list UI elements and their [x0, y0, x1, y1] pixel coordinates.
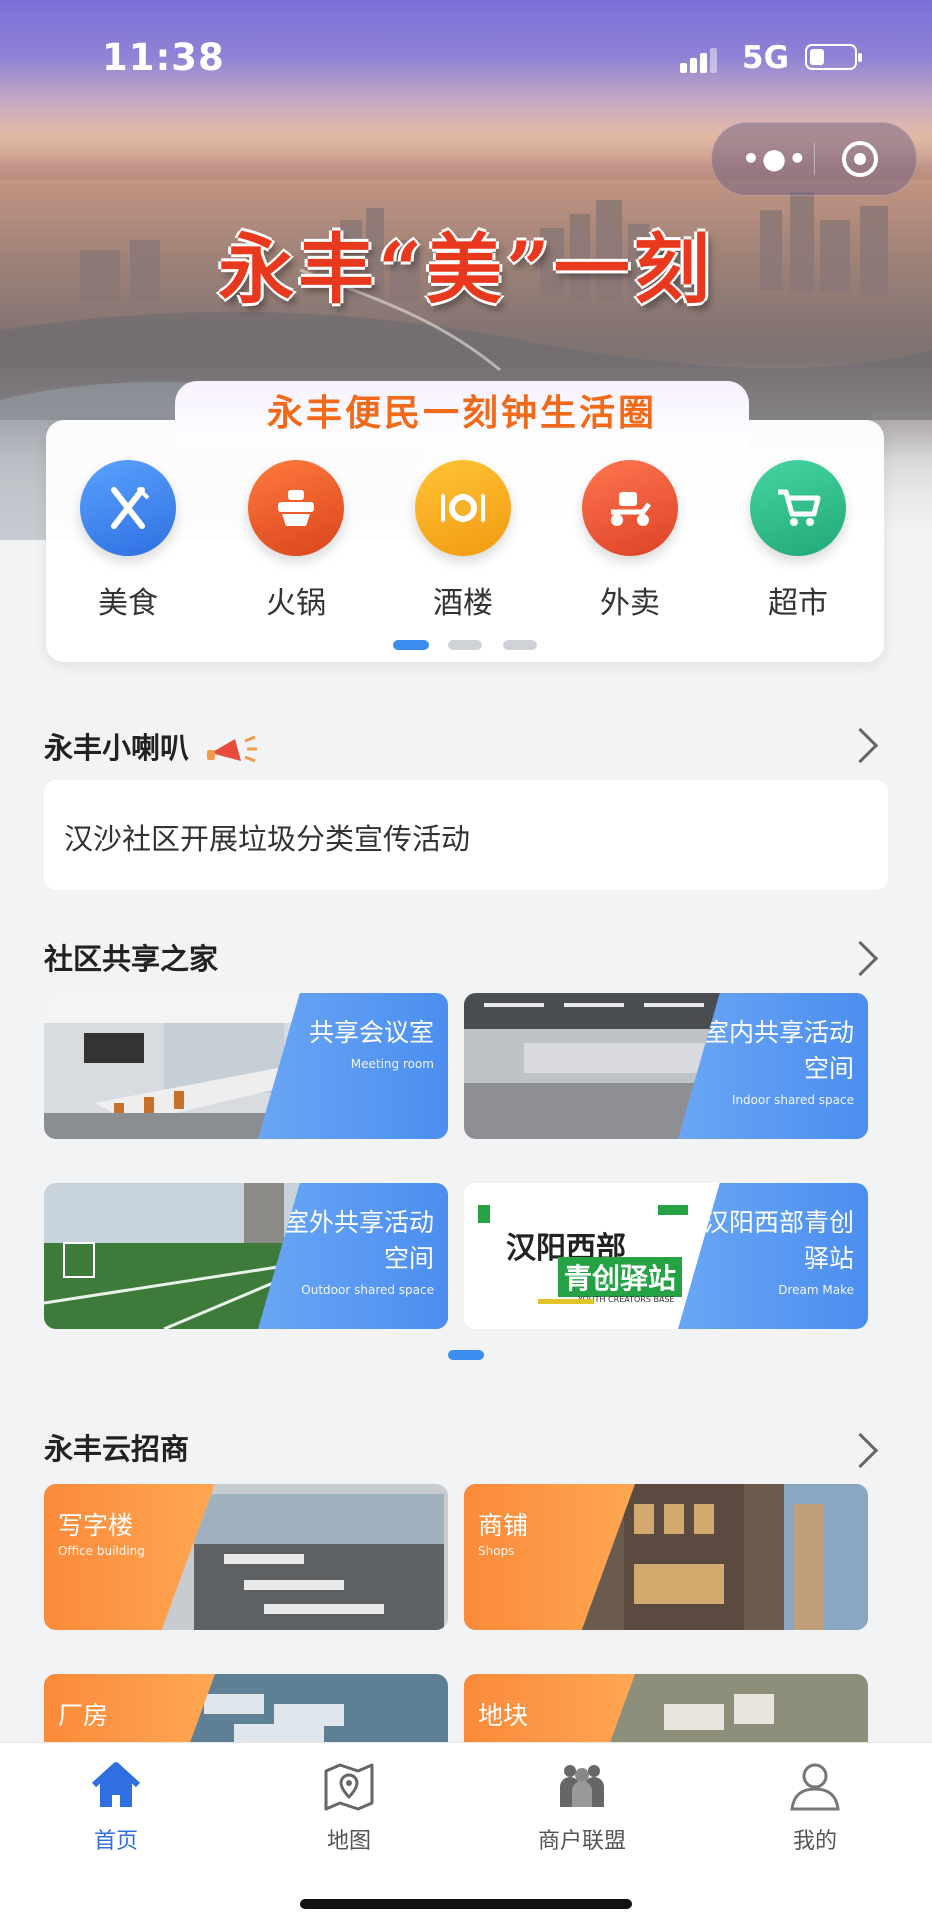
tile-subtitle: Shops — [478, 1544, 515, 1558]
miniprogram-capsule: •●• — [711, 122, 917, 196]
category-takeout[interactable]: 外卖 — [570, 460, 690, 622]
tile-subtitle: Dream Make — [778, 1283, 854, 1297]
announcements-title: 永丰小喇叭 — [44, 725, 259, 767]
tab-label: 商户联盟 — [537, 1829, 626, 1854]
shared-home-more-chevron-icon[interactable] — [842, 940, 879, 977]
tile-title: 写字楼 — [58, 1511, 134, 1540]
delivery-scooter-icon — [582, 460, 678, 556]
hero-title: 永丰“美”一刻 — [218, 225, 714, 314]
category-heading: 永丰便民一刻钟生活圈 — [175, 381, 749, 447]
tile-subtitle: Indoor shared space — [731, 1093, 854, 1107]
tab-profile[interactable]: 我的 — [735, 1761, 895, 1855]
tab-label: 我的 — [792, 1829, 837, 1854]
tile-title: 厂房 — [58, 1701, 109, 1730]
close-target-icon[interactable] — [840, 139, 880, 179]
category-label: 超市 — [768, 586, 828, 621]
announcement-item: 汉沙社区开展垃圾分类宣传活动 — [64, 822, 471, 856]
profile-icon — [790, 1763, 840, 1811]
tile-title: 汉阳西部青创驿站 — [704, 1208, 855, 1273]
tile-office-building[interactable]: 写字楼 Office building — [44, 1484, 448, 1630]
announcements-more-chevron-icon[interactable] — [842, 727, 879, 764]
battery-icon — [805, 44, 862, 70]
tile-title: 室内共享活动空间 — [704, 1018, 855, 1083]
tile-title: 共享会议室 — [308, 1018, 434, 1047]
hotpot-icon — [248, 460, 344, 556]
status-bar: 11:38 5G — [0, 0, 932, 120]
merchant-alliance-icon — [560, 1765, 604, 1807]
category-food[interactable]: 美食 — [68, 460, 188, 622]
tile-subtitle: Outdoor shared space — [301, 1283, 434, 1297]
tile-meeting-room[interactable]: 共享会议室 Meeting room — [44, 993, 448, 1139]
category-hotpot[interactable]: 火锅 — [236, 460, 356, 622]
home-indicator[interactable] — [300, 1899, 632, 1909]
tab-label: 地图 — [326, 1829, 371, 1854]
tab-merchant-alliance[interactable]: 商户联盟 — [502, 1761, 662, 1855]
tile-subtitle: Meeting room — [350, 1057, 434, 1071]
tile-shops[interactable]: 商铺 Shops — [464, 1484, 868, 1630]
tile-subtitle: Office building — [58, 1544, 145, 1558]
shopping-cart-icon — [750, 460, 846, 556]
tile-title: 地块 — [478, 1701, 529, 1730]
signal-strength-icon — [680, 48, 720, 73]
category-label: 外卖 — [600, 586, 660, 621]
announcement-card[interactable]: 汉沙社区开展垃圾分类宣传活动 — [44, 780, 888, 890]
category-label: 美食 — [98, 586, 158, 621]
category-supermarket[interactable]: 超市 — [738, 460, 858, 622]
status-time: 11:38 — [102, 36, 225, 79]
pager-dot-active — [393, 640, 429, 650]
category-label: 火锅 — [266, 586, 326, 621]
shared-home-title: 社区共享之家 — [44, 942, 219, 976]
category-label: 酒楼 — [433, 586, 493, 621]
tile-title: 室外共享活动空间 — [284, 1208, 435, 1273]
shared-home-pager-dot — [448, 1350, 484, 1360]
investment-more-chevron-icon[interactable] — [842, 1432, 879, 1469]
network-type: 5G — [742, 40, 790, 76]
map-icon — [324, 1763, 374, 1811]
tab-map[interactable]: 地图 — [269, 1761, 429, 1855]
home-icon — [91, 1762, 141, 1807]
pager-dot — [503, 640, 537, 650]
tile-title: 商铺 — [478, 1511, 529, 1540]
tab-home[interactable]: 首页 — [36, 1761, 196, 1855]
category-restaurant[interactable]: 酒楼 — [403, 460, 523, 622]
dining-icon — [415, 460, 511, 556]
pager-dot — [448, 640, 482, 650]
tile-indoor-space[interactable]: 室内共享活动空间 Indoor shared space — [464, 993, 868, 1139]
utensils-icon — [80, 460, 176, 556]
megaphone-icon — [207, 735, 258, 763]
tile-youth-station[interactable]: 汉阳西部 青创驿站 YOUTH CREATORS BASE 汉阳西部青创驿站 D… — [464, 1183, 868, 1329]
youth-station-logo: 汉阳西部 青创驿站 YOUTH CREATORS BASE — [478, 1205, 708, 1315]
more-menu-icon[interactable]: •●• — [742, 145, 808, 173]
tile-outdoor-space[interactable]: 室外共享活动空间 Outdoor shared space — [44, 1183, 448, 1329]
tab-label: 首页 — [93, 1829, 138, 1854]
investment-title: 永丰云招商 — [44, 1432, 190, 1466]
